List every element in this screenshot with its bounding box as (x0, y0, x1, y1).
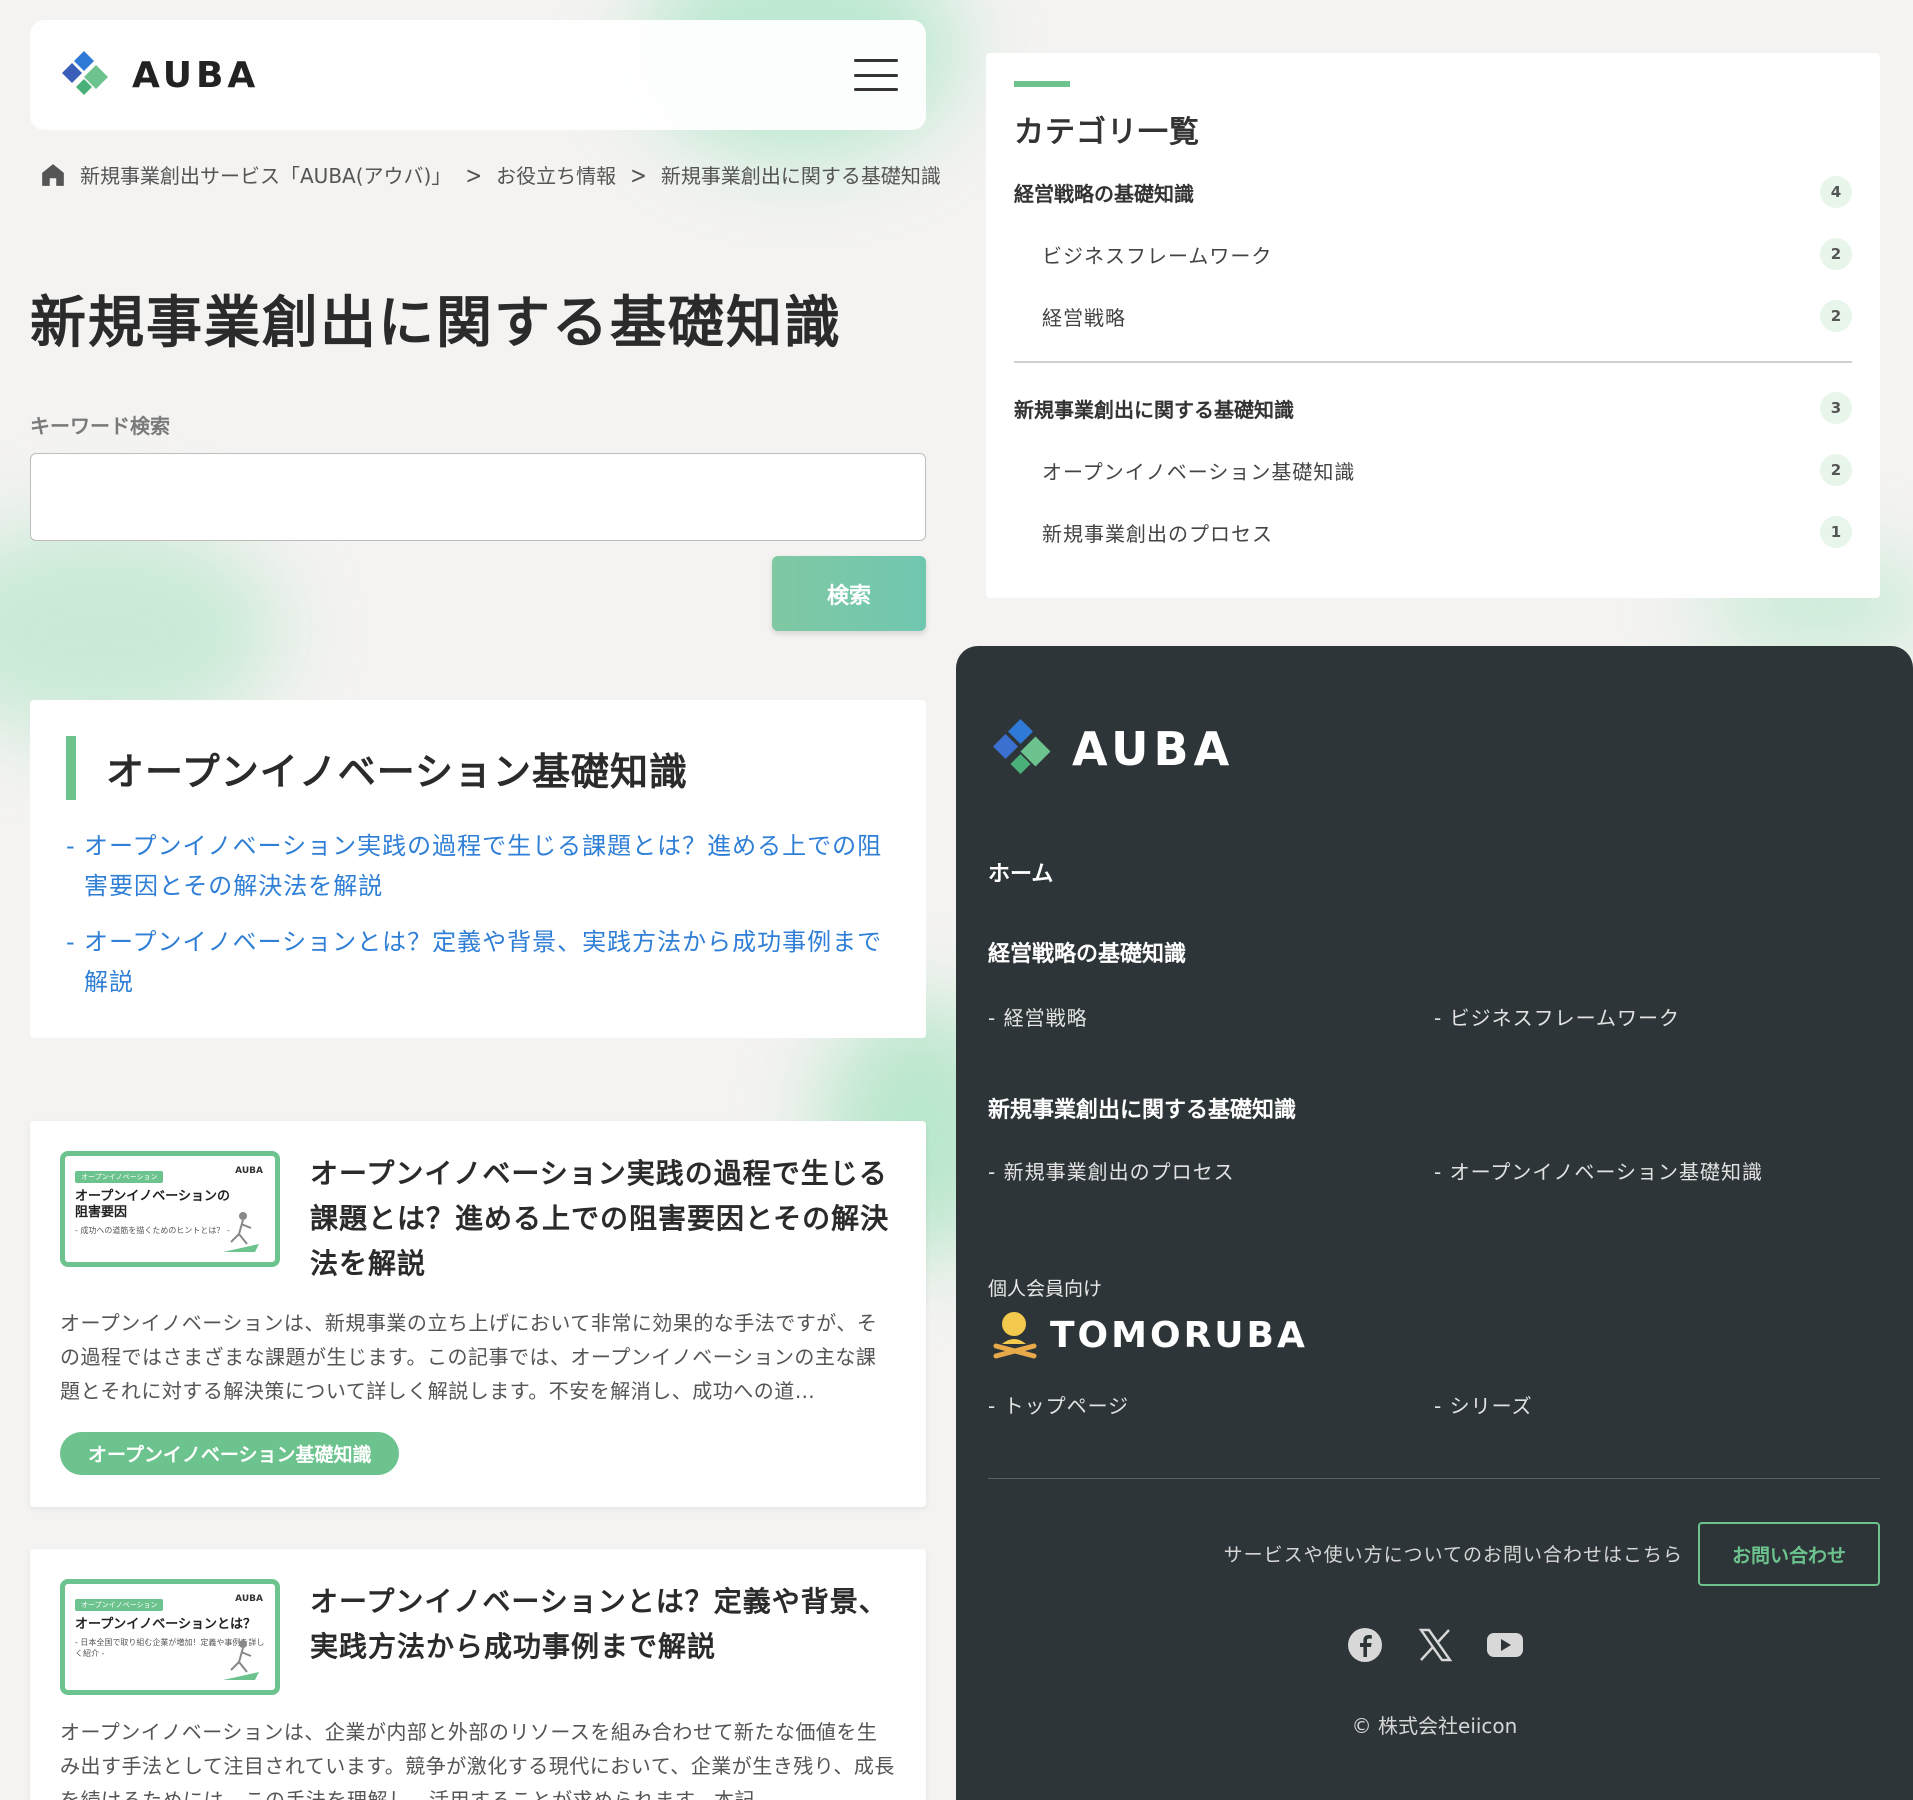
thumbnail-title: オープンイノベーションとは？ (75, 1617, 265, 1633)
page-title: 新規事業創出に関する基礎知識 (30, 291, 842, 356)
category-count-badge: 3 (1820, 392, 1852, 424)
contact-prompt-text: サービスや使い方についてのお問い合わせはこちら (1223, 1544, 1683, 1566)
category-count-badge: 2 (1820, 238, 1852, 270)
category-article-link-text: オープンイノベーション実践の過程で生じる課題とは？進める上での阻害要因とその解決… (84, 832, 883, 900)
article-thumbnail[interactable]: オープンイノベーション AUBA オープンイノベーションの 阻害要因 - 成功へ… (60, 1151, 280, 1267)
site-header: AUBA (30, 20, 926, 130)
divider (1014, 361, 1852, 363)
facebook-icon[interactable] (1346, 1626, 1384, 1664)
category-list-title: カテゴリ一覧 (1014, 115, 1200, 150)
person-illustration-icon (223, 1212, 259, 1252)
footer-section-title[interactable]: 経営戦略の基礎知識 (988, 936, 1186, 968)
tomoruba-logo[interactable]: TOMORUBA (992, 1310, 1308, 1360)
chevron-right-icon: > (630, 160, 647, 189)
footer-logo[interactable]: AUBA (988, 714, 1234, 784)
category-parent-name: 新規事業創出に関する基礎知識 (1014, 397, 1294, 422)
auba-logo-mark (62, 51, 108, 95)
hamburger-icon[interactable] (854, 59, 898, 91)
logo-text: AUBA (132, 54, 260, 96)
article-excerpt: オープンイノベーションは、企業が内部と外部のリソースを組み合わせて新たな価値を生… (60, 1720, 895, 1800)
footer-link[interactable]: - 経営戦略 (988, 1002, 1088, 1031)
category-child-name: 新規事業創出のプロセス (1042, 521, 1273, 546)
category-row[interactable]: 経営戦略の基礎知識 4 (1014, 161, 1852, 223)
breadcrumb-item-useful-info[interactable]: お役立ち情報 (496, 160, 616, 189)
article-thumbnail[interactable]: オープンイノベーション AUBA オープンイノベーションとは？ - 日本全国で取… (60, 1579, 280, 1695)
thumbnail-brand: AUBA (235, 1166, 263, 1176)
divider (988, 1478, 1880, 1479)
accent-bar (66, 736, 76, 800)
breadcrumb-item-auba[interactable]: 新規事業創出サービス「AUBA(アウバ)」 (80, 160, 451, 189)
personal-members-label: 個人会員向け (988, 1278, 1103, 1300)
thumbnail-title-line: オープンイノベーションとは？ (75, 1617, 256, 1632)
category-count-badge: 2 (1820, 454, 1852, 486)
contact-button[interactable]: お問い合わせ (1698, 1522, 1880, 1586)
footer-link[interactable]: - 新規事業創出のプロセス (988, 1156, 1235, 1185)
category-row[interactable]: 新規事業創出のプロセス 1 (1014, 501, 1852, 563)
site-logo[interactable]: AUBA (58, 47, 259, 103)
category-count-badge: 1 (1820, 516, 1852, 548)
category-row[interactable]: 新規事業創出に関する基礎知識 3 (1014, 377, 1852, 439)
category-box-title: オープンイノベーション基礎知識 (106, 749, 688, 794)
thumbnail-brand: AUBA (235, 1594, 263, 1604)
category-child-name: オープンイノベーション基礎知識 (1042, 459, 1356, 484)
tomoruba-logo-text: TOMORUBA (1050, 1314, 1308, 1356)
youtube-icon[interactable] (1486, 1626, 1524, 1664)
social-links (1346, 1626, 1524, 1664)
copyright: © 株式会社eiicon (1351, 1714, 1518, 1738)
keyword-search-label: キーワード検索 (30, 414, 170, 438)
person-illustration-icon (223, 1640, 259, 1680)
x-icon[interactable] (1416, 1626, 1454, 1664)
left-page-column: AUBA 新規事業創出サービス「AUBA(アウバ)」 > お役立ち情報 > 新規… (0, 0, 956, 1800)
auba-logo-mark (993, 719, 1051, 774)
article-card[interactable]: オープンイノベーション AUBA オープンイノベーションとは？ - 日本全国で取… (30, 1549, 926, 1800)
category-count-badge: 2 (1820, 300, 1852, 332)
thumbnail-tag: オープンイノベーション (75, 1171, 164, 1183)
category-row[interactable]: 経営戦略 2 (1014, 285, 1852, 347)
category-articles-box: オープンイノベーション基礎知識 - オープンイノベーション実践の過程で生じる課題と… (30, 700, 926, 1038)
category-list-panel: カテゴリ一覧 経営戦略の基礎知識 4 ビジネスフレームワーク 2 経営戦略 2 … (986, 53, 1880, 598)
category-child-name: 経営戦略 (1042, 305, 1126, 330)
category-parent-name: 経営戦略の基礎知識 (1014, 181, 1194, 206)
footer-home-link[interactable]: ホーム (988, 856, 1053, 888)
category-article-link-text: オープンイノベーションとは？定義や背景、実践方法から成功事例まで解説 (84, 928, 883, 996)
accent-bar (1014, 81, 1070, 87)
home-icon[interactable] (40, 162, 66, 188)
site-footer: AUBA ホーム 経営戦略の基礎知識 - 経営戦略 - ビジネスフレームワーク … (956, 646, 1913, 1800)
breadcrumb: 新規事業創出サービス「AUBA(アウバ)」 > お役立ち情報 > 新規事業創出に… (40, 160, 941, 189)
tomoruba-logo-mark (993, 1312, 1037, 1359)
category-child-name: ビジネスフレームワーク (1042, 243, 1273, 268)
category-row[interactable]: オープンイノベーション基礎知識 2 (1014, 439, 1852, 501)
footer-link[interactable]: - シリーズ (1434, 1390, 1533, 1419)
keyword-search-input[interactable] (30, 453, 926, 541)
thumbnail-title-line: オープンイノベーションの (75, 1189, 230, 1204)
breadcrumb-item-current: 新規事業創出に関する基礎知識 (660, 164, 941, 188)
footer-logo-text: AUBA (1072, 722, 1235, 776)
category-row[interactable]: ビジネスフレームワーク 2 (1014, 223, 1852, 285)
footer-link[interactable]: - トップページ (988, 1390, 1129, 1419)
article-title[interactable]: オープンイノベーションとは？定義や背景、実践方法から成功事例まで解説 (310, 1579, 896, 1695)
article-title[interactable]: オープンイノベーション実践の過程で生じる課題とは？進める上での阻害要因とその解決… (310, 1151, 896, 1286)
article-category-tag[interactable]: オープンイノベーション基礎知識 (60, 1432, 400, 1475)
footer-section-title[interactable]: 新規事業創出に関する基礎知識 (988, 1092, 1296, 1124)
category-article-link[interactable]: - オープンイノベーションとは？定義や背景、実践方法から成功事例まで解説 (66, 922, 890, 1002)
category-article-link[interactable]: - オープンイノベーション実践の過程で生じる課題とは？進める上での阻害要因とその解… (66, 826, 890, 906)
chevron-right-icon: > (465, 160, 483, 189)
category-count-badge: 4 (1820, 176, 1852, 208)
footer-link[interactable]: - ビジネスフレームワーク (1434, 1002, 1680, 1031)
article-card[interactable]: オープンイノベーション AUBA オープンイノベーションの 阻害要因 - 成功へ… (30, 1121, 926, 1507)
article-excerpt: オープンイノベーションは、新規事業の立ち上げにおいて非常に効果的な手法ですが、そ… (60, 1311, 878, 1403)
thumbnail-tag: オープンイノベーション (75, 1599, 164, 1611)
search-button[interactable]: 検索 (772, 556, 926, 631)
footer-link[interactable]: - オープンイノベーション基礎知識 (1434, 1156, 1763, 1185)
